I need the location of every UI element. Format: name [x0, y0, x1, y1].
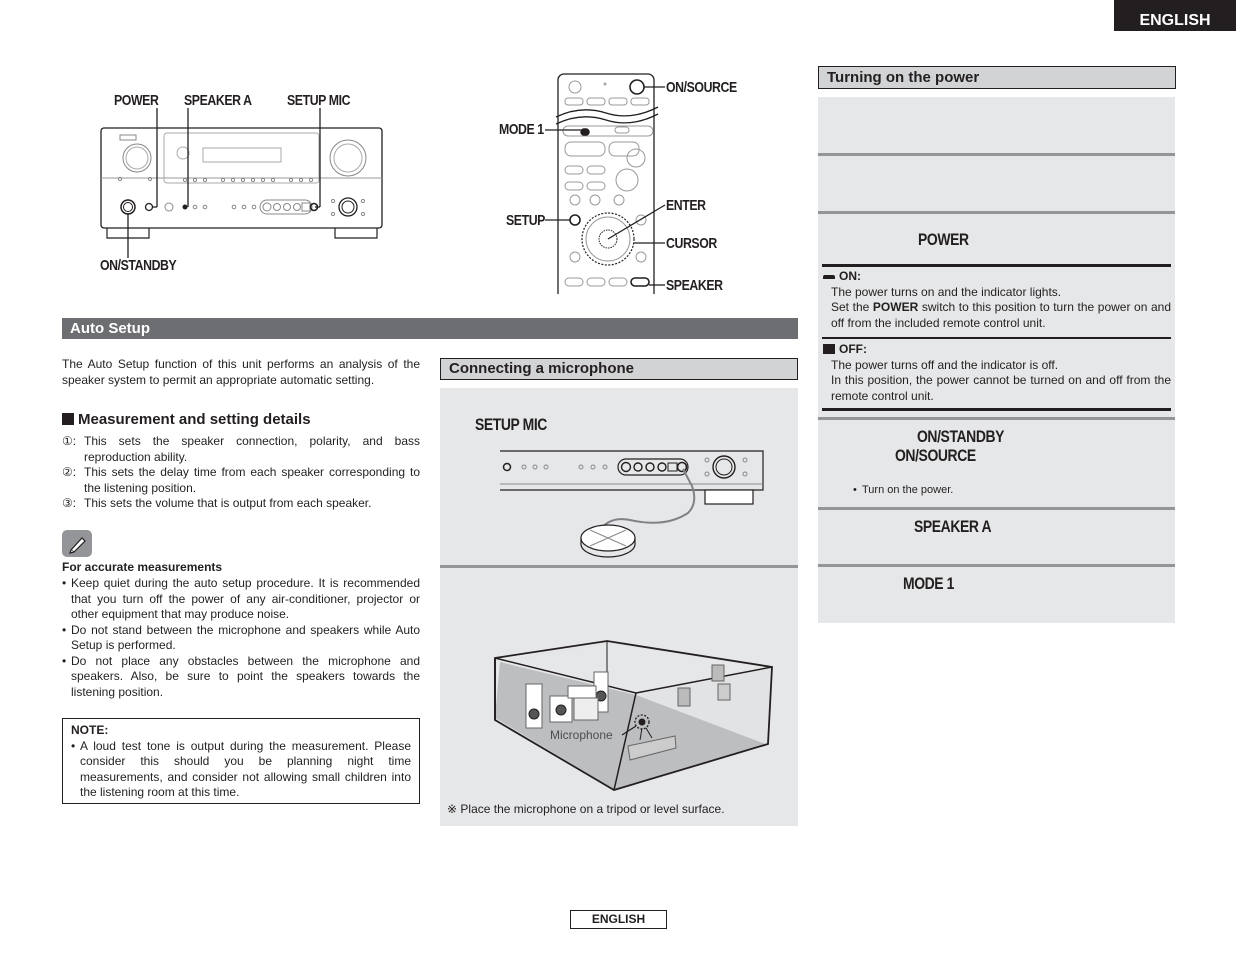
on-description: The power turns on and the indicator lig… — [823, 285, 1171, 332]
item-number: ①: — [62, 434, 77, 448]
off-description: The power turns off and the indicator is… — [823, 358, 1171, 405]
off-line: The power turns off and the indicator is… — [831, 357, 1059, 372]
tip-item: Do not place any obstacles between the m… — [62, 654, 420, 701]
step-separator — [818, 417, 1175, 420]
callout-cursor: CURSOR — [666, 235, 717, 252]
item-text: This sets the volume that is output from… — [84, 496, 372, 510]
off-heading: OFF: — [823, 342, 1171, 358]
setup-mic-label: SETUP MIC — [475, 415, 547, 434]
item-number: ②: — [62, 465, 77, 479]
divider — [822, 264, 1171, 267]
step-bullet: Turn on the power. — [853, 484, 953, 496]
measurement-item: ①: This sets the speaker connection, pola… — [62, 434, 420, 465]
item-text: This sets the delay time from each speak… — [84, 465, 420, 495]
mic-connection-illustration — [500, 450, 764, 558]
measurement-heading: Measurement and setting details — [62, 411, 422, 428]
mic-footnote: ※ Place the microphone on a tripod or le… — [447, 802, 725, 818]
receiver-front-panel-illustration — [100, 108, 383, 258]
note-box: NOTE: A loud test tone is output during … — [62, 718, 420, 804]
tip-item: Keep quiet during the auto setup procedu… — [62, 576, 420, 623]
step-power-label: POWER — [918, 230, 969, 249]
switch-off-icon — [823, 344, 835, 354]
callout-power: POWER — [114, 92, 159, 109]
tip-item: Do not stand between the microphone and … — [62, 623, 420, 654]
room-placement-illustration — [494, 640, 773, 791]
divider — [822, 337, 1171, 339]
step-bullets: Turn on the power. — [853, 484, 953, 496]
auto-setup-intro: The Auto Setup function of this unit per… — [62, 357, 420, 387]
room-microphone-label: Microphone — [550, 728, 613, 742]
note-item: A loud test tone is output during the me… — [71, 739, 411, 801]
callout-mode-1: MODE 1 — [499, 121, 544, 138]
measurement-heading-text: Measurement and setting details — [78, 411, 311, 428]
step-separator — [818, 507, 1175, 510]
note-list: A loud test tone is output during the me… — [71, 739, 411, 801]
step-separator — [818, 211, 1175, 214]
callout-speaker: SPEAKER — [666, 277, 723, 294]
footnote-text: Place the microphone on a tripod or leve… — [460, 802, 725, 816]
tips-list: Keep quiet during the auto setup procedu… — [62, 576, 420, 700]
callout-setup: SETUP — [506, 212, 545, 229]
power-off-block: OFF: The power turns off and the indicat… — [823, 342, 1171, 404]
switch-on-icon — [823, 275, 835, 279]
square-bullet-icon — [62, 413, 74, 425]
language-tab: ENGLISH — [1114, 0, 1236, 31]
off-line: In this position, the power cannot be tu… — [831, 373, 1171, 403]
note-heading: NOTE: — [71, 723, 109, 737]
on-line: Set the POWER switch to this position to… — [831, 300, 1171, 331]
step-separator — [818, 153, 1175, 156]
pencil-icon — [62, 530, 92, 557]
measurement-list: ①: This sets the speaker connection, pola… — [62, 434, 420, 512]
text-span: Set the — [831, 300, 870, 314]
step-on-source-label: ON/SOURCE — [895, 446, 976, 465]
footer-language-label: ENGLISH — [570, 910, 667, 929]
remote-control-illustration — [545, 73, 666, 294]
on-label: ON: — [839, 269, 861, 283]
callout-enter: ENTER — [666, 197, 706, 214]
auto-setup-title: Auto Setup — [62, 318, 798, 339]
step-separator — [440, 565, 798, 568]
measurement-item: ③: This sets the volume that is output fr… — [62, 496, 420, 512]
on-heading: ON: — [823, 269, 1171, 285]
step-mode-1-label: MODE 1 — [903, 574, 954, 593]
connecting-mic-title: Connecting a microphone — [440, 358, 798, 380]
callout-on-standby: ON/STANDBY — [100, 257, 177, 274]
reference-mark-icon: ※ — [447, 802, 458, 816]
turning-on-title: Turning on the power — [818, 66, 1176, 89]
step-on-standby-label: ON/STANDBY — [917, 427, 1005, 446]
divider — [822, 408, 1171, 411]
callout-speaker-a: SPEAKER A — [184, 92, 252, 109]
tips-heading: For accurate measurements — [62, 560, 223, 574]
measurement-item: ②: This sets the delay time from each spe… — [62, 465, 420, 496]
off-label: OFF: — [839, 342, 867, 356]
step-separator — [818, 564, 1175, 567]
on-line: The power turns on and the indicator lig… — [831, 284, 1062, 299]
item-number: ③: — [62, 496, 77, 510]
power-emphasis: POWER — [872, 300, 919, 314]
item-text: This sets the speaker connection, polari… — [84, 434, 420, 464]
step-speaker-a-label: SPEAKER A — [914, 517, 992, 536]
callout-on-source: ON/SOURCE — [666, 79, 737, 96]
power-on-block: ON: The power turns on and the indicator… — [823, 269, 1171, 331]
callout-setup-mic: SETUP MIC — [287, 92, 351, 109]
